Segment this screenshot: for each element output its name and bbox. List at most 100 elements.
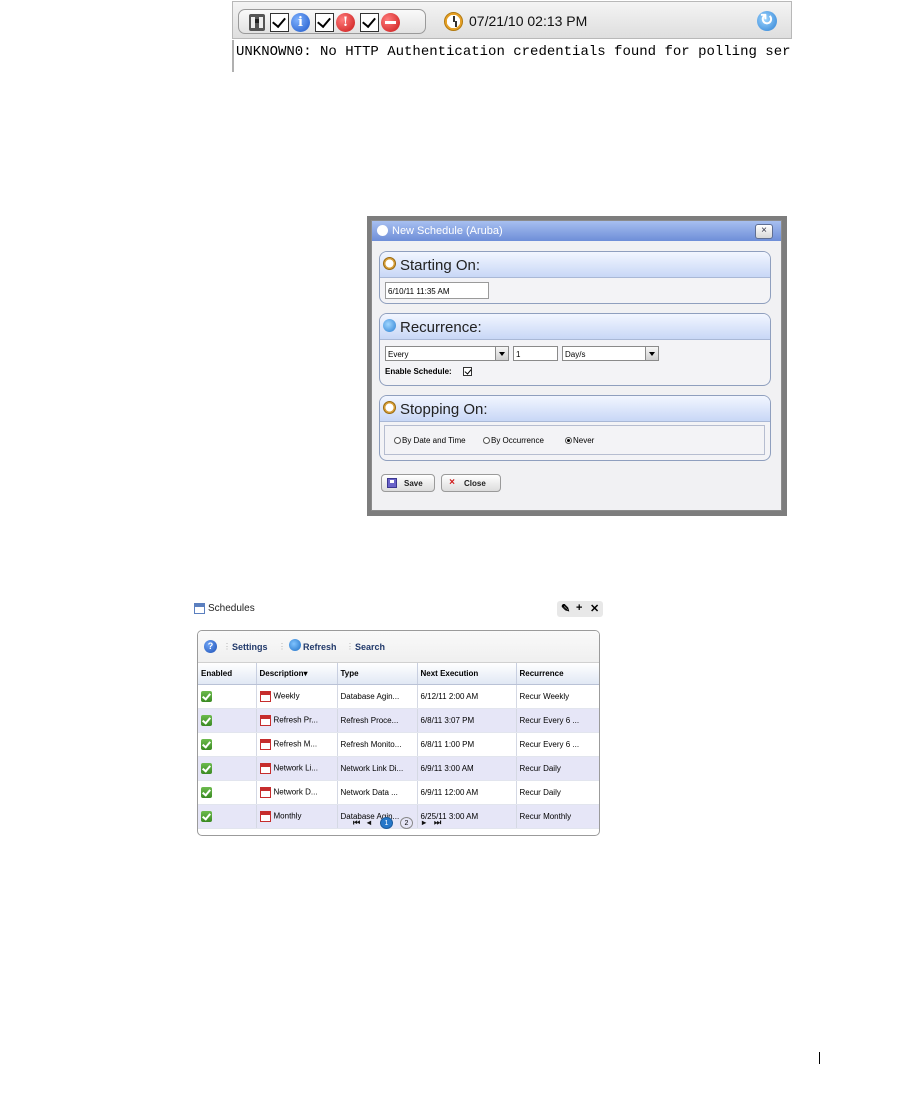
enabled-check-icon[interactable] xyxy=(201,691,212,702)
clock-icon xyxy=(444,12,463,31)
stopping-on-panel: Stopping On: By Date and Time By Occurre… xyxy=(379,395,771,461)
radio-button-selected[interactable] xyxy=(565,437,572,444)
stop-never-option[interactable]: Never xyxy=(565,436,594,445)
recurrence-icon xyxy=(383,319,396,332)
enabled-check-icon[interactable] xyxy=(201,763,212,774)
info-filter-checkbox[interactable] xyxy=(270,13,289,32)
next-execution-cell[interactable]: 6/9/11 3:00 AM xyxy=(417,756,517,781)
save-button[interactable]: Save xyxy=(381,474,435,492)
page-margin-rule xyxy=(819,1052,820,1064)
calendar-icon xyxy=(259,715,271,726)
recurrence-interval-input[interactable]: 1 xyxy=(513,346,558,361)
binoculars-icon[interactable] xyxy=(248,13,266,32)
wrench-icon[interactable]: ✎ xyxy=(561,602,570,615)
toolbar-separator: ⋮ xyxy=(346,642,354,651)
close-button[interactable]: × Close xyxy=(441,474,501,492)
recurrence-cell[interactable]: Recur Every 6 ... xyxy=(516,732,599,757)
recurrence-cell[interactable]: Recur Every 6 ... xyxy=(516,708,599,733)
search-link[interactable]: Search xyxy=(355,642,385,652)
refresh-link[interactable]: Refresh xyxy=(303,642,337,652)
new-schedule-dialog: New Schedule (Aruba) × Starting On: 6/10… xyxy=(371,220,782,511)
sort-desc-icon: ▾ xyxy=(303,669,308,678)
table-body: Weekly Database Agin... 6/12/11 2:00 AM Rec… xyxy=(198,684,599,829)
enabled-check-icon[interactable] xyxy=(201,715,212,726)
settings-link[interactable]: Settings xyxy=(232,642,268,652)
column-header-enabled[interactable]: Enabled xyxy=(198,663,257,685)
type-cell[interactable]: Refresh Monito... xyxy=(337,732,418,757)
column-header-description[interactable]: Description▾ xyxy=(256,663,338,685)
next-page-icon[interactable]: ▸ xyxy=(422,818,426,827)
calendar-icon xyxy=(259,691,271,702)
toolbar-datetime: 07/21/10 02:13 PM xyxy=(469,13,588,29)
table-row[interactable]: Network D... Network Data ... 6/9/11 12:00… xyxy=(198,780,599,805)
add-icon[interactable]: + xyxy=(576,602,582,614)
type-cell[interactable]: Network Data ... xyxy=(337,780,418,805)
refresh-icon[interactable] xyxy=(289,639,301,651)
enabled-cell[interactable] xyxy=(198,756,257,781)
enable-schedule-checkbox[interactable] xyxy=(463,367,472,376)
stopping-on-heading: Stopping On: xyxy=(400,401,488,418)
enabled-cell[interactable] xyxy=(198,780,257,805)
refresh-icon[interactable] xyxy=(757,10,777,31)
recurrence-panel: Recurrence: Every 1 Day/s Enable Schedul… xyxy=(379,313,771,386)
description-cell[interactable]: Refresh Pr... xyxy=(256,708,338,733)
page-button-current[interactable]: 1 xyxy=(380,817,393,829)
enabled-cell[interactable] xyxy=(198,732,257,757)
enabled-check-icon[interactable] xyxy=(201,739,212,750)
recurrence-cell[interactable]: Recur Daily xyxy=(516,756,599,781)
description-cell[interactable]: Refresh M... xyxy=(256,732,338,757)
description-cell[interactable]: Network Li... xyxy=(256,756,338,781)
stop-by-date-option[interactable]: By Date and Time xyxy=(394,436,466,445)
save-button-label: Save xyxy=(404,479,423,488)
recurrence-cell[interactable]: Recur Daily xyxy=(516,780,599,805)
warning-filter-checkbox[interactable] xyxy=(315,13,334,32)
table-row[interactable]: Weekly Database Agin... 6/12/11 2:00 AM Rec… xyxy=(198,684,599,709)
column-header-recurrence[interactable]: Recurrence xyxy=(516,663,599,685)
starting-on-heading: Starting On: xyxy=(400,257,481,274)
prev-page-icon[interactable]: ◂ xyxy=(367,818,371,827)
dialog-close-button[interactable]: × xyxy=(755,224,773,239)
column-header-type[interactable]: Type xyxy=(337,663,418,685)
page-button[interactable]: 2 xyxy=(400,817,413,829)
table-row[interactable]: Refresh Pr... Refresh Proce... 6/8/11 3:07… xyxy=(198,708,599,733)
type-cell[interactable]: Network Link Di... xyxy=(337,756,418,781)
description-cell[interactable]: Network D... xyxy=(256,780,338,805)
recurrence-unit-select[interactable]: Day/s xyxy=(562,346,659,361)
first-page-icon[interactable]: ⏮ xyxy=(353,818,360,828)
radio-button[interactable] xyxy=(483,437,490,444)
last-page-icon[interactable]: ⏭ xyxy=(434,818,441,828)
recurrence-cell[interactable]: Recur Weekly xyxy=(516,684,599,709)
column-header-next-execution[interactable]: Next Execution xyxy=(417,663,517,685)
next-execution-cell[interactable]: 6/8/11 1:00 PM xyxy=(417,732,517,757)
table-row[interactable]: Refresh M... Refresh Monito... 6/8/11 1:00… xyxy=(198,732,599,757)
help-icon[interactable]: ? xyxy=(204,640,217,653)
close-icon[interactable]: ✕ xyxy=(590,602,599,615)
next-execution-cell[interactable]: 6/8/11 3:07 PM xyxy=(417,708,517,733)
calendar-icon xyxy=(259,763,271,774)
log-message: UNKNOWN0: No HTTP Authentication credent… xyxy=(232,40,792,72)
calendar-icon xyxy=(259,739,271,750)
recurrence-mode-select[interactable]: Every xyxy=(385,346,509,361)
description-cell[interactable]: Weekly xyxy=(256,684,338,709)
radio-button[interactable] xyxy=(394,437,401,444)
stop-by-occurrence-option[interactable]: By Occurrence xyxy=(483,436,544,445)
clock-icon xyxy=(383,401,396,414)
starting-on-panel: Starting On: 6/10/11 11:35 AM xyxy=(379,251,771,304)
type-cell[interactable]: Database Agin... xyxy=(337,684,418,709)
type-cell[interactable]: Refresh Proce... xyxy=(337,708,418,733)
stop-option-label: By Occurrence xyxy=(491,436,544,445)
column-header-label: Description xyxy=(259,669,304,678)
description-text: Network Li... xyxy=(273,763,318,773)
portlet-tools: ✎ + ✕ xyxy=(557,601,603,617)
table-row[interactable]: Network Li... Network Link Di... 6/9/11 3:… xyxy=(198,756,599,781)
error-filter-checkbox[interactable] xyxy=(360,13,379,32)
dialog-titlebar[interactable]: New Schedule (Aruba) × xyxy=(372,221,781,241)
next-execution-cell[interactable]: 6/9/11 12:00 AM xyxy=(417,780,517,805)
enabled-cell[interactable] xyxy=(198,708,257,733)
next-execution-cell[interactable]: 6/12/11 2:00 AM xyxy=(417,684,517,709)
start-datetime-input[interactable]: 6/10/11 11:35 AM xyxy=(385,282,489,299)
enabled-check-icon[interactable] xyxy=(201,787,212,798)
schedules-toolbar: ? ⋮ Settings ⋮ Refresh ⋮ Search xyxy=(198,631,599,663)
calendar-icon xyxy=(194,603,205,614)
enabled-cell[interactable] xyxy=(198,684,257,709)
